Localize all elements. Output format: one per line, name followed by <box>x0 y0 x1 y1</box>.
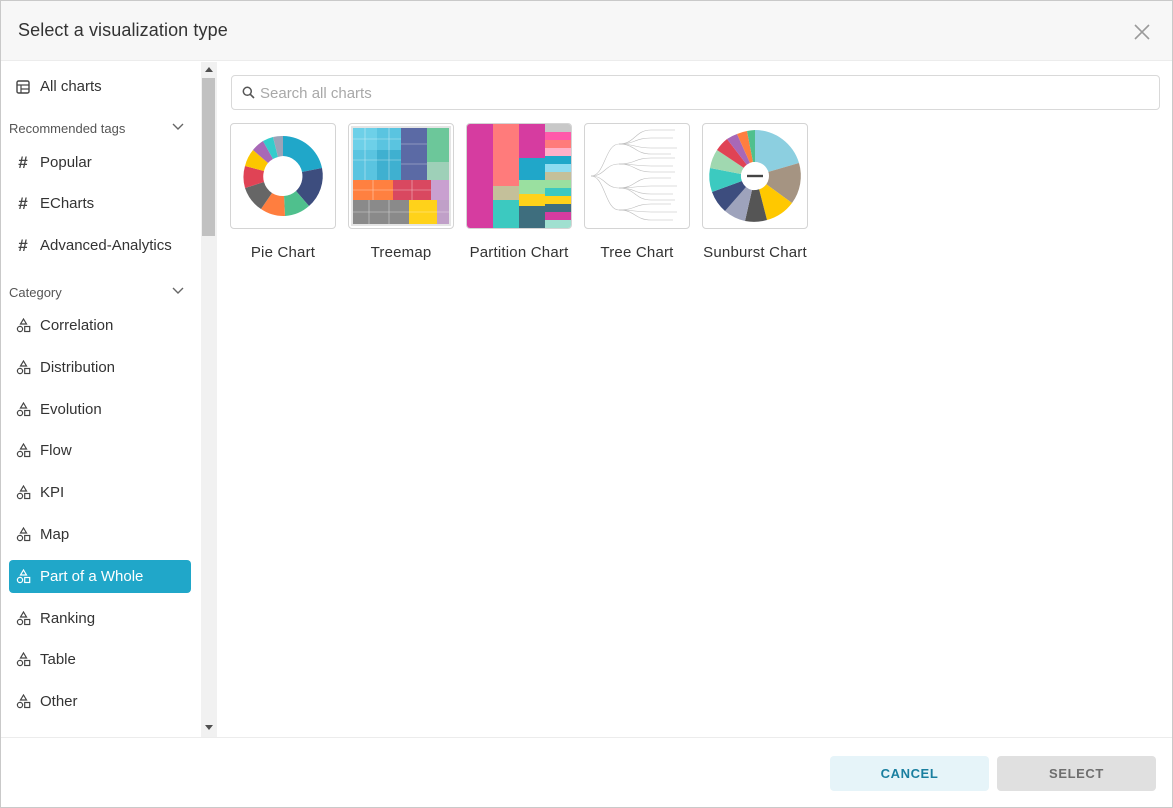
sidebar-item-label: All charts <box>40 78 102 95</box>
shapes-icon <box>9 360 37 375</box>
sidebar-item-label: Part of a Whole <box>40 568 144 585</box>
sidebar-item-label: Flow <box>40 442 72 459</box>
search-input[interactable] <box>260 82 1140 104</box>
sidebar-item-table[interactable]: Table <box>9 643 191 676</box>
chart-card-treemap[interactable]: Treemap <box>348 123 454 265</box>
search-box <box>231 75 1160 110</box>
sidebar-item-echarts[interactable]: # ECharts <box>9 187 191 220</box>
shapes-icon <box>9 569 37 584</box>
recommended-tags-label: Recommended tags <box>9 120 126 136</box>
sunburst-chart-thumbnail <box>702 123 808 229</box>
chart-card-pie-chart[interactable]: Pie Chart <box>230 123 336 265</box>
sidebar-item-all-charts[interactable]: All charts <box>9 70 191 103</box>
sidebar-item-label: Ranking <box>40 610 96 627</box>
sidebar-item-part-of-a-whole[interactable]: Part of a Whole <box>9 560 191 593</box>
sidebar-item-evolution[interactable]: Evolution <box>9 393 191 426</box>
hashtag-icon: # <box>18 193 28 213</box>
sidebar-item-popular[interactable]: # Popular <box>9 146 191 179</box>
select-button[interactable]: SELECT <box>997 756 1156 791</box>
shapes-icon <box>9 402 37 417</box>
sidebar-item-label: Popular <box>40 154 92 171</box>
pie-chart-thumbnail <box>230 123 336 229</box>
search-icon <box>242 86 255 104</box>
recommended-tags-header[interactable]: Recommended tags <box>9 118 185 138</box>
scroll-down-arrow[interactable] <box>205 725 213 730</box>
sidebar-item-label: Correlation <box>40 317 114 334</box>
partition-chart-thumbnail <box>466 123 572 229</box>
shapes-icon <box>9 694 37 709</box>
sidebar-item-label: Evolution <box>40 401 102 418</box>
shapes-icon <box>9 527 37 542</box>
sidebar-item-distribution[interactable]: Distribution <box>9 351 191 384</box>
chart-card-label: Sunburst Chart <box>703 244 807 261</box>
sidebar-item-label: Table <box>40 651 76 668</box>
sidebar-scrollbar[interactable] <box>201 62 217 737</box>
sidebar: All charts Recommended tags # Popular # … <box>1 62 217 737</box>
sidebar-item-advanced-analytics[interactable]: # Advanced-Analytics <box>9 229 191 262</box>
sidebar-item-label: Advanced-Analytics <box>40 237 172 254</box>
scroll-up-arrow[interactable] <box>205 67 213 72</box>
treemap-thumbnail <box>348 123 454 229</box>
sidebar-item-label: Map <box>40 526 70 543</box>
chart-card-tree-chart[interactable]: Tree Chart <box>584 123 690 265</box>
sidebar-item-label: ECharts <box>40 195 95 212</box>
table-icon <box>9 79 37 94</box>
chevron-down-icon[interactable] <box>171 119 185 137</box>
sidebar-item-label: Distribution <box>40 359 116 376</box>
shapes-icon <box>9 611 37 626</box>
tree-chart-thumbnail <box>584 123 690 229</box>
chart-card-label: Partition Chart <box>469 244 569 261</box>
chart-card-partition-chart[interactable]: Partition Chart <box>466 123 572 265</box>
sidebar-item-other[interactable]: Other <box>9 685 191 718</box>
shapes-icon <box>9 443 37 458</box>
sidebar-item-map[interactable]: Map <box>9 518 191 551</box>
dialog-header: Select a visualization type <box>1 1 1172 61</box>
close-icon[interactable] <box>1131 21 1153 43</box>
hashtag-icon: # <box>18 235 28 255</box>
sidebar-item-label: KPI <box>40 484 65 501</box>
chart-card-label: Treemap <box>370 244 432 261</box>
chart-card-label: Pie Chart <box>250 244 316 261</box>
visualization-type-dialog: Select a visualization type All charts R… <box>0 0 1173 808</box>
cancel-button[interactable]: CANCEL <box>830 756 989 791</box>
scrollbar-thumb[interactable] <box>202 78 215 236</box>
sidebar-item-label: Other <box>40 693 78 710</box>
shapes-icon <box>9 652 37 667</box>
chevron-down-icon[interactable] <box>171 283 185 301</box>
shapes-icon <box>9 485 37 500</box>
shapes-icon <box>9 318 37 333</box>
sidebar-item-kpi[interactable]: KPI <box>9 476 191 509</box>
dialog-footer: CANCEL SELECT <box>1 737 1172 807</box>
dialog-title: Select a visualization type <box>18 20 228 40</box>
sidebar-item-correlation[interactable]: Correlation <box>9 309 191 342</box>
sidebar-item-ranking[interactable]: Ranking <box>9 602 191 635</box>
sidebar-item-flow[interactable]: Flow <box>9 434 191 467</box>
hashtag-icon: # <box>18 152 28 172</box>
chart-card-sunburst-chart[interactable]: Sunburst Chart <box>702 123 808 265</box>
category-label: Category <box>9 284 62 300</box>
category-header[interactable]: Category <box>9 282 185 302</box>
chart-card-label: Tree Chart <box>600 244 674 261</box>
